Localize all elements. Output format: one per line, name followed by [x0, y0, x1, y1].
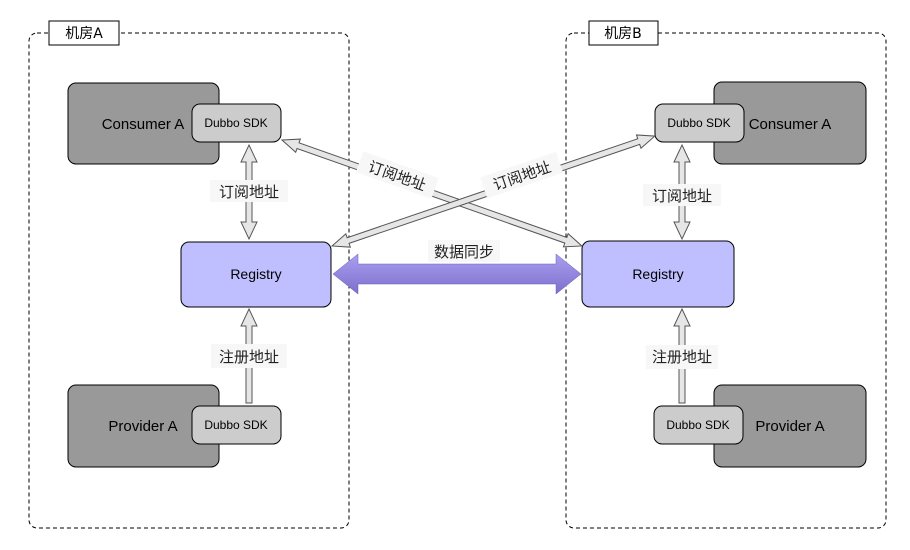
room-a-provider-sdk-label: Dubbo SDK	[204, 418, 267, 432]
room-a-provider-label: Provider A	[108, 418, 177, 435]
diagram-canvas: 机房A 机房B Consumer A Dubbo SDK Registry Pr…	[28, 20, 887, 529]
cross-label-2: 订阅地址	[491, 158, 554, 194]
room-b-register-label: 注册地址	[652, 348, 712, 366]
room-b-provider-sdk[interactable]: Dubbo SDK	[653, 405, 744, 445]
room-b-provider-label: Provider A	[755, 418, 824, 435]
room-b-registry-label: Registry	[632, 266, 683, 282]
room-b-consumer-label: Consumer A	[749, 116, 832, 133]
room-a-label: 机房A	[65, 26, 103, 42]
room-b-registry[interactable]: Registry	[581, 240, 735, 308]
room-b-consumer-sdk-label: Dubbo SDK	[667, 116, 730, 130]
room-a-register-label: 注册地址	[219, 348, 279, 366]
cross-label-1: 订阅地址	[366, 158, 429, 195]
room-a-registry[interactable]: Registry	[180, 241, 332, 308]
room-b-label: 机房B	[604, 26, 642, 42]
room-b-consumer-sdk[interactable]: Dubbo SDK	[654, 103, 745, 143]
room-a-consumer-sdk[interactable]: Dubbo SDK	[191, 103, 282, 143]
room-a-consumer-label: Consumer A	[102, 116, 185, 133]
room-a-subscribe-label: 订阅地址	[219, 183, 279, 201]
room-a-provider-sdk[interactable]: Dubbo SDK	[191, 405, 282, 445]
room-a-consumer-sdk-label: Dubbo SDK	[204, 116, 267, 130]
room-b-provider-sdk-label: Dubbo SDK	[666, 418, 729, 432]
data-sync-label: 数据同步	[434, 243, 494, 261]
room-a-registry-label: Registry	[230, 266, 281, 282]
room-b-subscribe-label: 订阅地址	[652, 187, 712, 205]
